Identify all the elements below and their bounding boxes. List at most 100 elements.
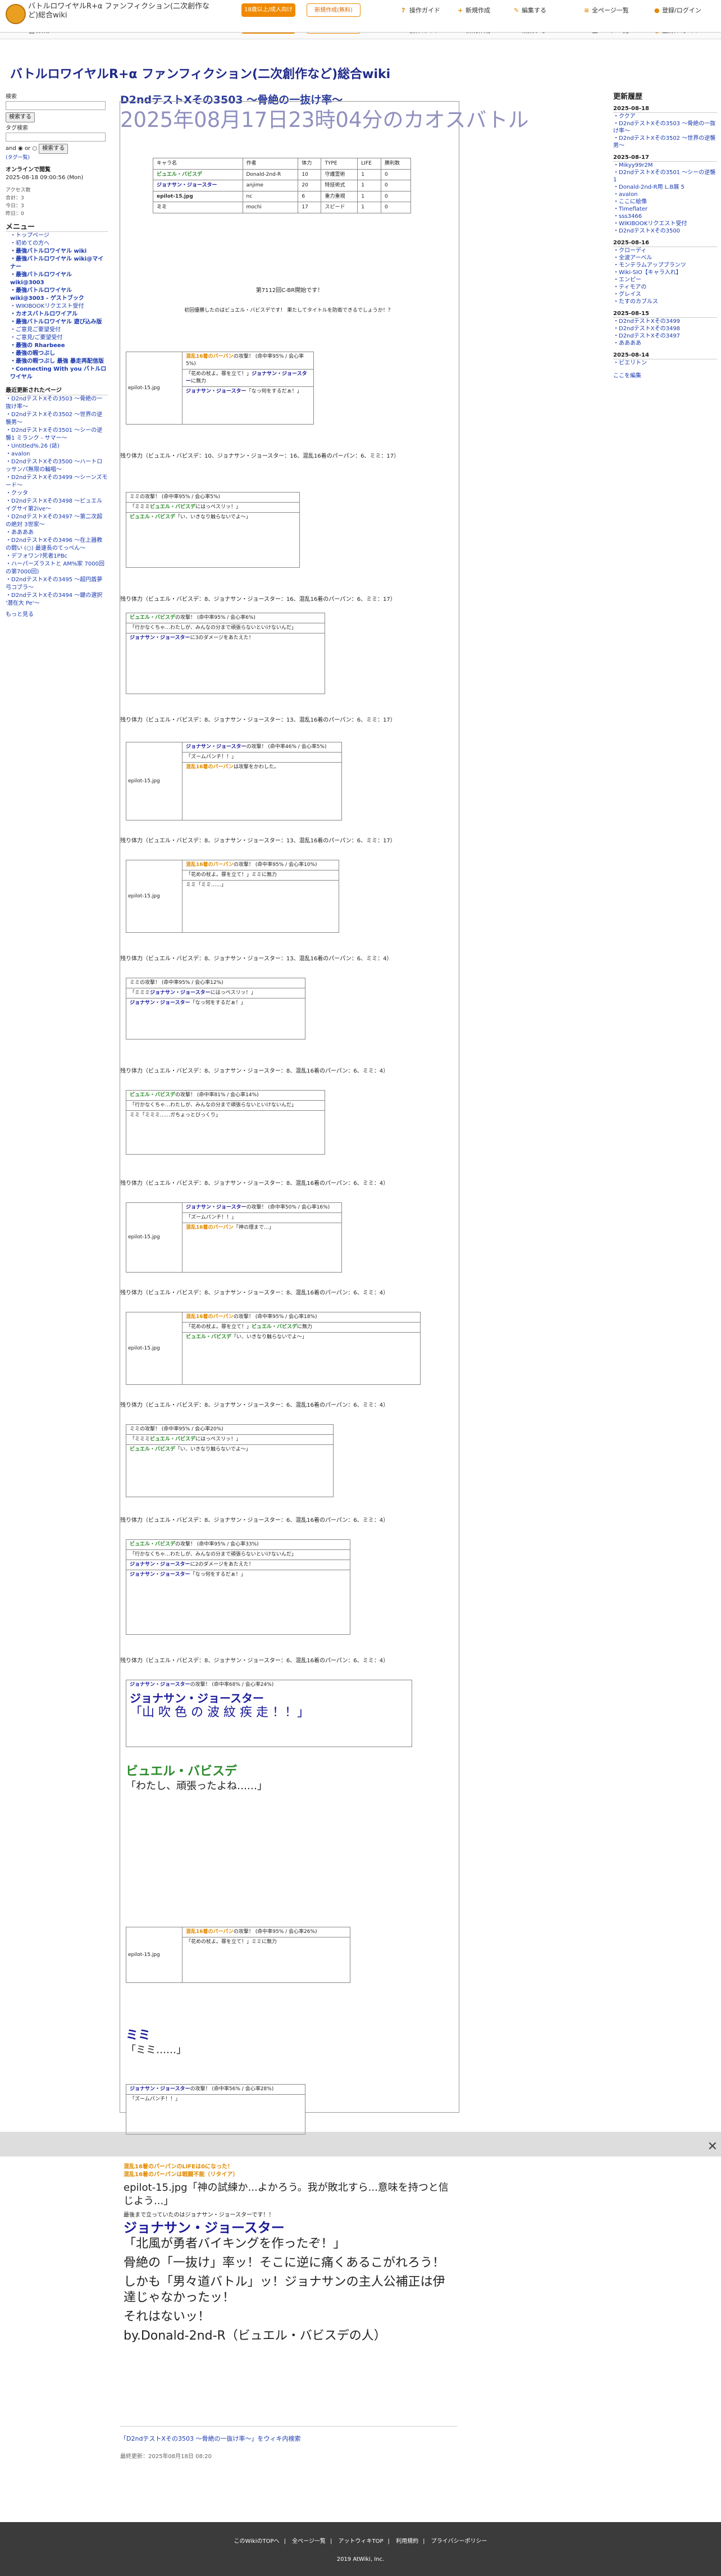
update-item[interactable]: ・Mikyy99r2M (613, 162, 653, 168)
history-item[interactable]: ・avalon (6, 451, 30, 457)
search-input[interactable] (6, 101, 106, 110)
tag-list-link[interactable]: (タグ一覧) (6, 155, 30, 161)
menu-item[interactable]: ・最強の Rharbeee (10, 343, 65, 349)
menu-item[interactable]: ・Connecting With you バトルロワイヤル (10, 366, 106, 380)
wiki-title[interactable]: バトルロワイヤルR+α ファンフィクション(二次創作など)総合wiki (10, 66, 390, 84)
site-logo[interactable] (6, 4, 26, 24)
mimi-quote: 「ミミ……」 (126, 2044, 186, 2056)
remaining-6: 残り体力（ビュエル・バビスデ：8、ジョナサン・ジョースター：8、混乱16着のパー… (120, 1068, 389, 1074)
bye-name: ビュエル・バビスデ (126, 1765, 238, 1779)
right-sidebar: 更新履歴 2025-08-18 ・ククア ・D2ndテストXその3503 〜骨絶の一… (613, 93, 717, 380)
update-item[interactable]: ・D2ndテストXその3500 (613, 228, 680, 234)
update-item[interactable]: ・ククア (613, 113, 636, 120)
menu-item[interactable]: ・WIKIBOOKリクエスト受付 (10, 303, 84, 309)
table-cell: mochi (242, 202, 299, 213)
guide-icon: ? (401, 7, 405, 14)
update-item[interactable]: ・D2ndテストXその3502 〜世界の逆襲男〜 (613, 135, 715, 149)
remaining-9: 残り体力（ビュエル・バビスデ：8、ジョナサン・ジョースター：6、混乱16着のパー… (120, 1402, 389, 1408)
footer-link-pages[interactable]: 全ページ一覧 (292, 2538, 326, 2545)
footer-link-top[interactable]: このWikiのTOPへ (234, 2538, 280, 2545)
tagsearch-input[interactable] (6, 133, 106, 142)
menu-item[interactable]: ・最強バトルロワイヤル wiki@3003 (10, 272, 72, 286)
and-label: and (6, 145, 16, 152)
tagsearch-button[interactable]: 検索する (39, 144, 69, 154)
remaining-5: 残り体力（ビュエル・バビスデ：8、ジョナサン・ジョースター：13、混乱16着のパ… (120, 956, 393, 962)
footer-link-privacy[interactable]: プライバシーポリシー (431, 2538, 487, 2545)
wiki-search-link[interactable]: 「D2ndテストXその3503 〜骨絶の一抜け率〜」をウィキ内検索 (120, 2435, 300, 2442)
history-item[interactable]: ・D2ndテストXその3497 〜第二次超の絶対 3世家〜 (6, 514, 102, 528)
update-item[interactable]: ・Donald-2nd-R用 L.B展 5 (613, 184, 685, 190)
last-updated: 最終更新：2025年08月18日 08:20 (120, 2454, 212, 2460)
history-item[interactable]: ・D2ndテストXその3501 〜シーの逆襲1 ミランク - サマー〜 (6, 427, 102, 441)
menu-item[interactable]: ・初めての方へ (10, 240, 49, 247)
history-item[interactable]: ・D2ndテストXその3499 〜シーンズモード〜 (6, 475, 108, 489)
update-item[interactable]: ・全波アーベル (613, 255, 652, 261)
round-1-text-b: 「花めの杖よ。罪を立て！」ジョナサン・ジョースターに無力 (182, 369, 313, 386)
nav-guide[interactable]: ? 操作ガイド (401, 6, 440, 16)
round-1-text-c: ジョナサン・ジョースター「なっ何をするだぁ！」 (182, 386, 313, 396)
update-item[interactable]: ・D2ndテストXその3497 (613, 333, 680, 339)
history-item[interactable]: ・D2ndテストXその3494 〜鍵の選択 '潜在大 Pe'〜 (6, 592, 102, 607)
update-item[interactable]: ・D2ndテストXその3501 〜シーの逆襲1 (613, 170, 715, 183)
update-item[interactable]: ・モンテラムアップブランツ (613, 262, 686, 268)
update-item[interactable]: ・クローディ (613, 248, 646, 254)
history-item[interactable]: ・ああああ (6, 530, 34, 536)
footer-link-atwiki[interactable]: アットウィキTOP (339, 2538, 384, 2545)
menu-item[interactable]: ・ご意見/ご要望受付 (10, 335, 62, 341)
history-item[interactable]: ・D2ndテストXその3502 〜世界の逆襲男〜 (6, 412, 102, 426)
new-wiki-button[interactable]: 新規作成(無料) (307, 3, 360, 17)
edit-sidebar-link[interactable]: ここを編集 (613, 373, 641, 379)
nav-edit[interactable]: ✎ 編集する (514, 6, 546, 16)
more-link[interactable]: もっと見る (6, 612, 34, 618)
menu-item[interactable]: ・最強の暇つぶし 最強 暴走再配信版 (10, 358, 104, 364)
menu-item[interactable]: ・最強バトルロワイヤル 遊び込み版 (10, 319, 102, 325)
history-item[interactable]: ・Untitled%.26 (誌) (6, 443, 60, 449)
history-item[interactable]: ・D2ndテストXその3496 〜在上器教の闘い (○) 最速長のてっぺん〜 (6, 537, 102, 551)
update-date: 2025-08-17 (613, 154, 717, 162)
history-item[interactable]: ・D2ndテストXその3498 〜ビュエルイグサイ第2ive〜 (6, 498, 102, 512)
update-item[interactable]: ・Timeflater (613, 206, 647, 212)
menu-item[interactable]: ・トップページ (10, 232, 49, 239)
menu-item[interactable]: ・最強の暇つぶし (10, 350, 55, 357)
update-item[interactable]: ・D2ndテストXその3498 (613, 326, 680, 332)
update-item[interactable]: ・ビエリトン (613, 360, 647, 366)
nav-pages[interactable]: ≡ 全ページ一覧 (584, 6, 629, 16)
menu-item[interactable]: ・最強バトルロワイヤル wiki (10, 248, 86, 254)
history-item[interactable]: ・ハーパーズラストと AM%家 7000回の第7000回) (6, 561, 104, 575)
history-item[interactable]: ・D2ndテストXその3500 〜ハートロッサンパ無限の輪唱〜 (6, 459, 102, 473)
update-item[interactable]: ・たすのカブルス (613, 299, 658, 305)
update-item[interactable]: ・D2ndテストXその3499 (613, 318, 680, 325)
update-item[interactable]: ・ティモアの (613, 284, 646, 290)
history-item[interactable]: ・クッタ (6, 490, 28, 496)
update-item[interactable]: ・ああああ (613, 340, 641, 346)
tagsearch-label: タグ検索 (6, 125, 28, 131)
footer-link-terms[interactable]: 利用規約 (396, 2538, 418, 2545)
access-counter: アクセス数 合計：3 今日：3 昨日：0 (6, 188, 31, 217)
update-item[interactable]: ・Wiki-SIO【キャラ入れ】 (613, 270, 682, 276)
mimi-block: ミミ 「ミミ……」 (126, 2028, 186, 2057)
menu-item[interactable]: ・カオスバトルロワイアル (10, 311, 77, 317)
nav-login[interactable]: ● 登録/ログイン (654, 6, 701, 16)
update-item[interactable]: ・sss3466 (613, 213, 642, 220)
menu-item[interactable]: ・ご意見ご要望受付 (10, 327, 61, 333)
update-item[interactable]: ・D2ndテストXその3503 〜骨絶の一抜け率〜 (613, 121, 715, 134)
pencil-icon: ✎ (514, 7, 519, 14)
history-item[interactable]: ・D2ndテストXその3495 〜超円盾夢弓コブラ〜 (6, 577, 102, 591)
adult-button[interactable]: 18歳以上/成人向け (241, 3, 295, 17)
menu-item[interactable]: ・最強バトルロワイヤル wiki@マイナー (10, 256, 103, 270)
update-item[interactable]: ・ここに絵像 (613, 199, 647, 205)
history-item[interactable]: ・D2ndテストXその3503 〜骨絶の一抜け率〜 (6, 396, 102, 410)
history-item[interactable]: ・デフォワン?死者1PBc (6, 553, 67, 559)
update-item[interactable]: ・グレイス (613, 291, 641, 298)
and-radio[interactable]: ◉ (18, 145, 23, 152)
online-label: オンラインで閲覧 (6, 167, 51, 173)
menu-item[interactable]: ・最強バトルロワイヤル wiki@3003 - ゲストブック (10, 288, 84, 302)
update-item[interactable]: ・エンピー (613, 277, 641, 283)
or-radio[interactable]: ○ (32, 145, 37, 152)
nav-new[interactable]: + 新規作成 (458, 6, 490, 16)
site-title[interactable]: バトルロワイヤルR+α ファンフィクション(二次創作など)総合wiki (28, 2, 213, 20)
search-button[interactable]: 検索する (6, 112, 35, 122)
update-item[interactable]: ・avalon (613, 192, 637, 198)
close-icon[interactable]: ✕ (708, 2139, 718, 2156)
update-item[interactable]: ・WIKIBOOKリクエスト受付 (613, 221, 687, 227)
